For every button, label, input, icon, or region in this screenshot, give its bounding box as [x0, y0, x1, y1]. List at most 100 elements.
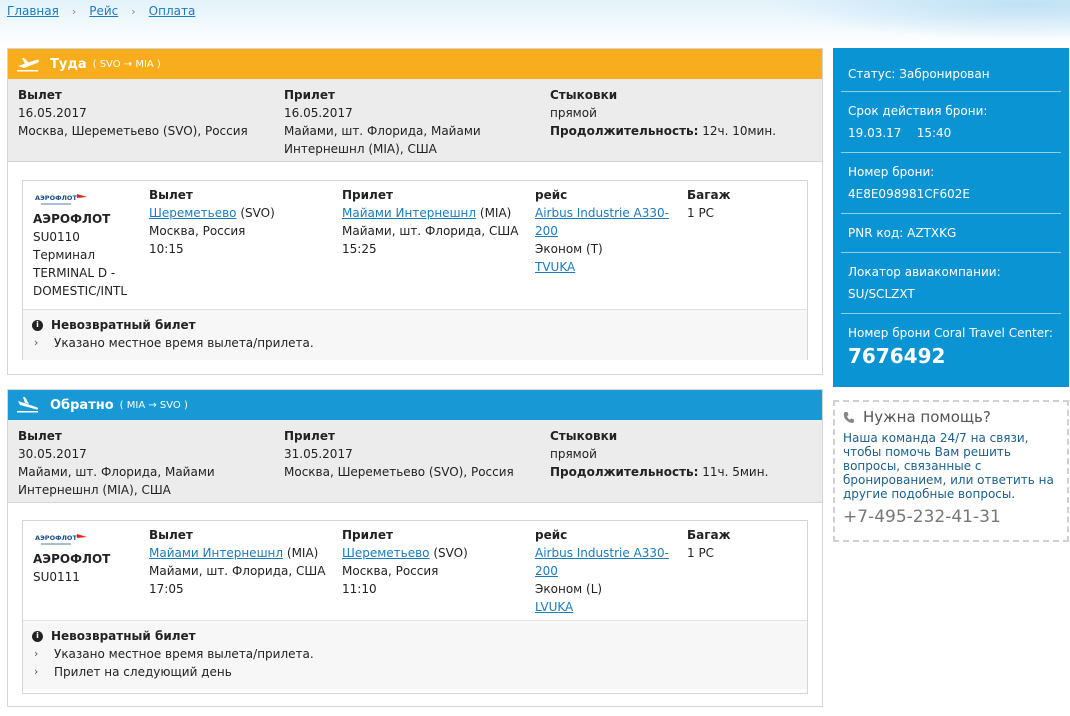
validity-date: 19.03.17 [848, 126, 902, 140]
arrival-place: Москва, Шереметьево (SVO), Россия [284, 465, 514, 479]
leg-route: ( SVO → MIA ) [92, 58, 161, 70]
arrival-place: Майами, шт. Флорида, Майами [284, 124, 481, 138]
breadcrumb: Главная › Рейс › Оплата [7, 4, 195, 18]
note-item: Прилет на следующий день [54, 665, 232, 679]
flight-label: рейс [535, 188, 568, 202]
help-phone[interactable]: +7-495-232-41-31 [843, 507, 1059, 527]
departure-place: Интернешнл (MIA), США [18, 483, 171, 497]
arrival-label: Прилет [284, 88, 335, 102]
departure-label: Вылет [18, 429, 62, 443]
phone-icon [843, 411, 854, 423]
help-text: Наша команда 24/7 на связи, чтобы помочь… [843, 431, 1054, 501]
departure-code: (SVO) [240, 206, 275, 220]
outbound-header: Туда ( SVO → MIA ) [8, 49, 822, 79]
segment-notes: i Невозвратный билет › Указано местное вре… [23, 620, 807, 689]
breadcrumb-payment[interactable]: Оплата [149, 4, 196, 18]
aircraft-link[interactable]: 200 [535, 564, 558, 578]
arrival-time: 11:10 [342, 582, 377, 596]
airline-name: АЭРОФЛОТ [33, 552, 111, 566]
baggage-value: 1 PC [687, 206, 715, 220]
arrival-place: Интернешнл (MIA), США [284, 142, 437, 156]
arrival-city: Москва, Россия [342, 564, 439, 578]
return-leg: Обратно ( MIA → SVO ) Вылет 30.05.2017 М… [7, 389, 823, 707]
chevron-right-icon: › [34, 665, 39, 678]
departure-code: (MIA) [286, 546, 319, 560]
breadcrumb-home[interactable]: Главная [7, 4, 59, 18]
arrival-label: Прилет [342, 528, 393, 542]
duration-value: 12ч. 10мин. [702, 124, 777, 138]
arrival-airport-link[interactable]: Майами Интернешнл [342, 206, 476, 220]
departure-date: 16.05.2017 [18, 106, 87, 120]
flight-label: рейс [535, 528, 568, 542]
non-refundable-note: Невозвратный билет [51, 629, 196, 643]
chevron-right-icon: › [34, 336, 39, 349]
arrival-code: (MIA) [479, 206, 512, 220]
terminal: DOMESTIC/INTL [33, 284, 128, 298]
arrival-airport-link[interactable]: Шереметьево [342, 546, 430, 560]
arrival-code: (SVO) [433, 546, 468, 560]
departure-place: Майами, шт. Флорида, Майами [18, 465, 215, 479]
departure-label: Вылет [18, 88, 62, 102]
svg-text:АЭРОФЛОТ: АЭРОФЛОТ [35, 194, 77, 202]
segment-notes: i Невозвратный билет › Указано местное вре… [23, 309, 807, 360]
leg-summary: Вылет 30.05.2017 Майами, шт. Флорида, Ма… [8, 420, 822, 503]
coral-booking-number: 7676492 [848, 344, 946, 368]
aeroflot-logo: АЭРОФЛОТ [35, 194, 87, 205]
departure-label: Вылет [149, 528, 193, 542]
booking-number: 4E8E098981CF602E [848, 187, 971, 201]
takeoff-plane-icon [17, 58, 39, 72]
arrival-time: 15:25 [342, 242, 377, 256]
baggage-value: 1 PC [687, 546, 715, 560]
svg-text:АЭРОФЛОТ: АЭРОФЛОТ [35, 534, 77, 542]
landing-plane-icon [17, 397, 39, 413]
breadcrumb-flight[interactable]: Рейс [89, 4, 118, 18]
departure-city: Майами, шт. Флорида, США [149, 564, 326, 578]
airline-locator-label: Локатор авиакомпании: [848, 265, 1001, 279]
non-refundable-note: Невозвратный билет [51, 318, 196, 332]
fare-basis-link[interactable]: TVUKA [535, 260, 575, 274]
stops-label: Стыковки [550, 88, 618, 102]
help-box: Нужна помощь? Наша команда 24/7 на связи… [833, 400, 1069, 542]
flight-segment: АЭРОФЛОТ АЭРОФЛОТ SU0110 Терминал TERMIN… [22, 180, 808, 360]
booking-number-label: Номер брони: [848, 165, 935, 179]
fare-basis-link[interactable]: LVUKA [535, 600, 573, 614]
aircraft-link[interactable]: 200 [535, 224, 558, 238]
stops-value: прямой [550, 106, 597, 120]
flight-number: SU0111 [33, 570, 80, 584]
info-icon: i [32, 319, 43, 331]
arrival-label: Прилет [342, 188, 393, 202]
duration-value: 11ч. 5мин. [702, 465, 769, 479]
chevron-right-icon: › [131, 4, 136, 18]
baggage-label: Багаж [687, 528, 731, 542]
airline-name: АЭРОФЛОТ [33, 212, 111, 226]
help-title: Нужна помощь? [863, 408, 991, 426]
departure-airport-link[interactable]: Шереметьево [149, 206, 237, 220]
cabin-class: Эконом (T) [535, 242, 603, 256]
cabin-class: Эконом (L) [535, 582, 603, 596]
flight-segment: АЭРОФЛОТ АЭРОФЛОТ SU0111 Вылет Майами Ин… [22, 520, 808, 694]
leg-title: Туда [50, 56, 87, 72]
booking-info-panel: Статус: Забронирован Срок действия брони… [833, 48, 1069, 387]
note-item: Указано местное время вылета/прилета. [54, 647, 314, 661]
leg-summary: Вылет 16.05.2017 Москва, Шереметьево (SV… [8, 79, 822, 162]
departure-date: 30.05.2017 [18, 447, 87, 461]
departure-label: Вылет [149, 188, 193, 202]
arrival-date: 16.05.2017 [284, 106, 353, 120]
flight-number: SU0110 [33, 230, 80, 244]
aircraft-link[interactable]: Airbus Industrie A330- [535, 546, 669, 560]
departure-airport-link[interactable]: Майами Интернешнл [149, 546, 283, 560]
aircraft-link[interactable]: Airbus Industrie A330- [535, 206, 669, 220]
booking-status: Статус: Забронирован [848, 67, 990, 81]
outbound-leg: Туда ( SVO → MIA ) Вылет 16.05.2017 Моск… [7, 48, 823, 375]
arrival-date: 31.05.2017 [284, 447, 353, 461]
note-item: Указано местное время вылета/прилета. [54, 336, 314, 350]
airline-locator: SU/SCLZXT [848, 287, 915, 301]
departure-time: 10:15 [149, 242, 184, 256]
duration-label: Продолжительность: [550, 124, 699, 138]
validity-time: 15:40 [916, 126, 952, 140]
coral-booking-label: Номер брони Coral Travel Center: [848, 326, 1053, 340]
departure-place: Москва, Шереметьево (SVO), Россия [18, 124, 248, 138]
terminal: Терминал [33, 248, 96, 262]
departure-time: 17:05 [149, 582, 184, 596]
pnr-code: PNR код: AZTXKG [848, 226, 957, 240]
